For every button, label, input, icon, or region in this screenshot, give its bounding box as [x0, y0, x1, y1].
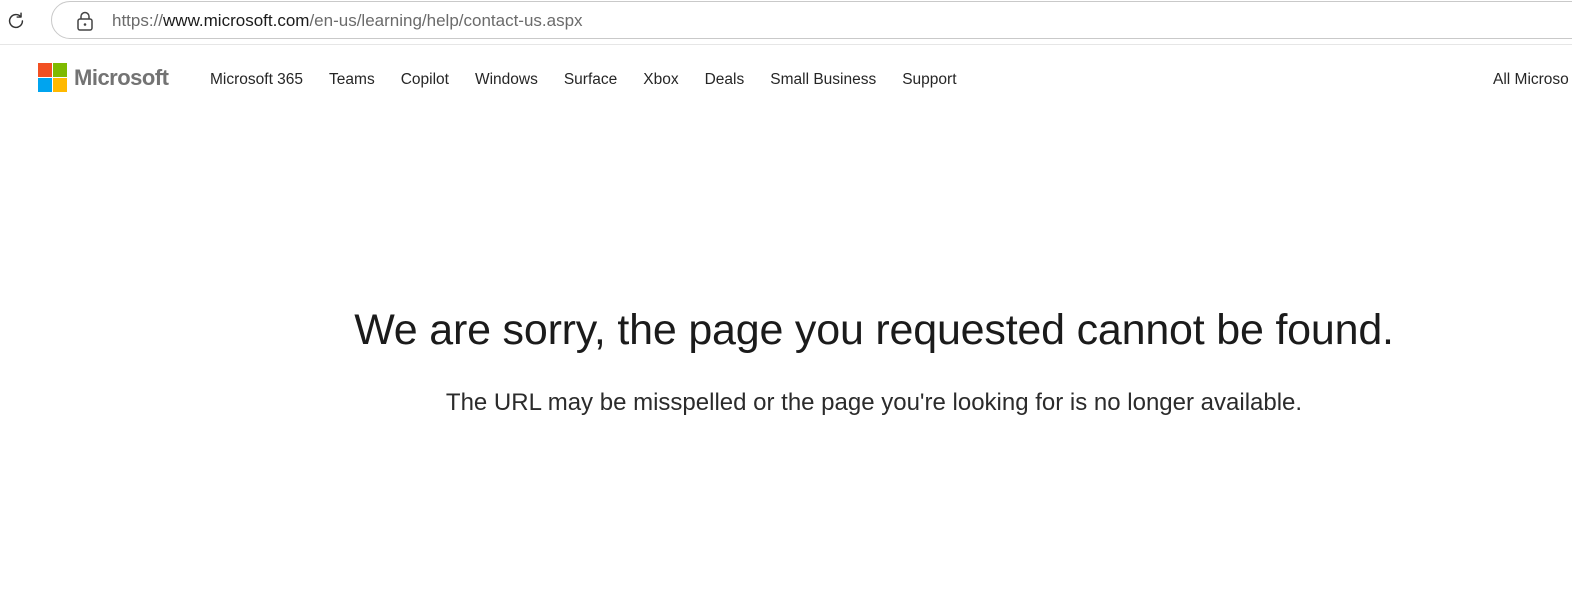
all-microsoft-menu[interactable]: All Microso	[1493, 71, 1569, 89]
logo-square-blue	[38, 78, 52, 92]
site-header: Microsoft Microsoft 365 Teams Copilot Wi…	[0, 45, 1572, 115]
main-nav: Microsoft 365 Teams Copilot Windows Surf…	[210, 71, 983, 89]
nav-item-copilot[interactable]: Copilot	[401, 71, 449, 89]
logo-square-red	[38, 63, 52, 77]
microsoft-logo-icon	[38, 63, 67, 92]
error-title: We are sorry, the page you requested can…	[354, 306, 1394, 354]
error-subtitle: The URL may be misspelled or the page yo…	[445, 389, 1303, 416]
reload-icon	[8, 12, 24, 29]
nav-item-small-business[interactable]: Small Business	[770, 71, 876, 89]
address-bar[interactable]: https://www.microsoft.com/en-us/learning…	[51, 1, 1572, 39]
url-scheme: https://	[112, 11, 164, 30]
browser-toolbar: https://www.microsoft.com/en-us/learning…	[0, 0, 1572, 45]
nav-item-deals[interactable]: Deals	[705, 71, 745, 89]
url-host: www.microsoft.com	[163, 11, 310, 30]
url-path: /en-us/learning/help/contact-us.aspx	[309, 11, 583, 30]
logo-text: Microsoft	[74, 64, 169, 90]
logo-square-green	[53, 63, 67, 77]
nav-item-windows[interactable]: Windows	[475, 71, 538, 89]
nav-item-support[interactable]: Support	[902, 71, 956, 89]
lock-icon[interactable]	[76, 11, 94, 31]
nav-item-surface[interactable]: Surface	[564, 71, 617, 89]
microsoft-logo-link[interactable]: Microsoft	[38, 63, 169, 92]
reload-button[interactable]	[4, 9, 28, 33]
nav-item-teams[interactable]: Teams	[329, 71, 375, 89]
url-text[interactable]: https://www.microsoft.com/en-us/learning…	[112, 11, 583, 31]
nav-item-xbox[interactable]: Xbox	[643, 71, 678, 89]
nav-item-microsoft-365[interactable]: Microsoft 365	[210, 71, 303, 89]
logo-square-yellow	[53, 78, 67, 92]
